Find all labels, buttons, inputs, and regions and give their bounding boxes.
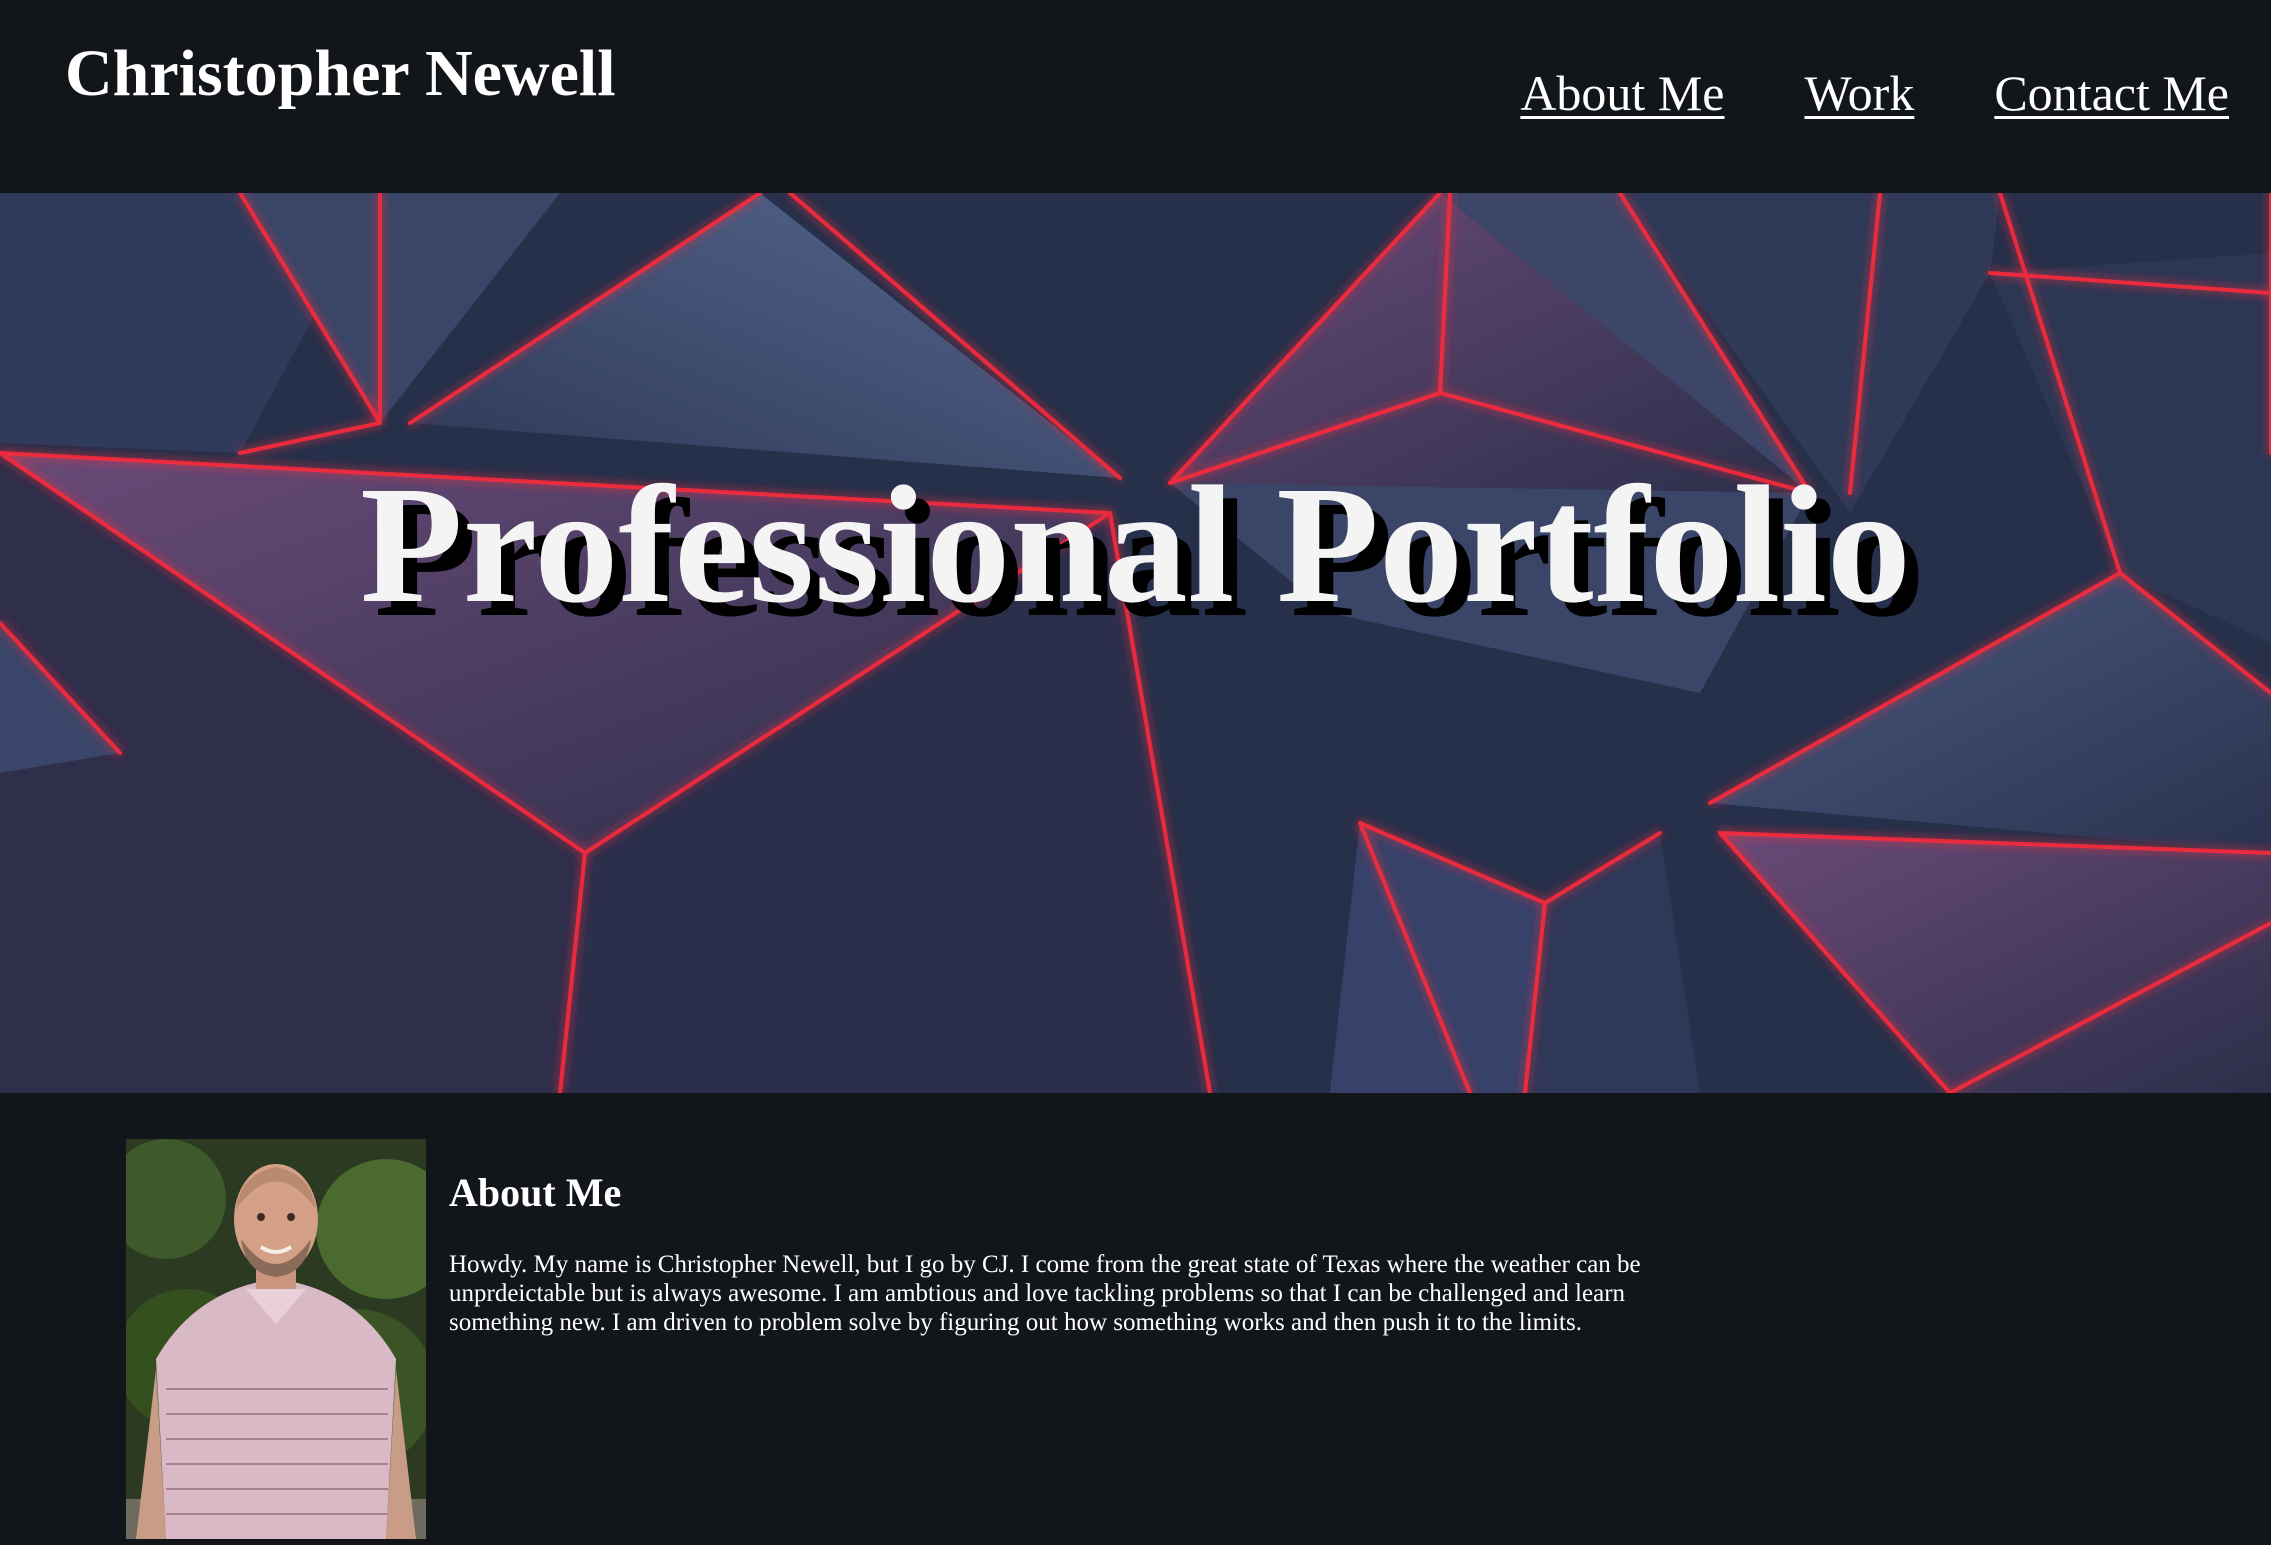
nav-link-work[interactable]: Work — [1804, 62, 1914, 124]
profile-photo — [126, 1139, 426, 1539]
about-me-section: About Me Howdy. My name is Christopher N… — [0, 1093, 2271, 1545]
nav-link-about-me[interactable]: About Me — [1520, 62, 1724, 124]
site-name: Christopher Newell — [65, 37, 616, 110]
hero-title: Professional Portfolio — [360, 452, 1911, 638]
about-me-heading: About Me — [449, 1170, 622, 1215]
nav-link-contact-me[interactable]: Contact Me — [1994, 62, 2229, 124]
main-nav: About Me Work Contact Me — [1520, 62, 2229, 124]
hero-banner: Professional Portfolio — [0, 193, 2271, 1093]
site-header: Christopher Newell About Me Work Contact… — [0, 0, 2271, 193]
about-me-description: Howdy. My name is Christopher Newell, bu… — [449, 1251, 1641, 1336]
